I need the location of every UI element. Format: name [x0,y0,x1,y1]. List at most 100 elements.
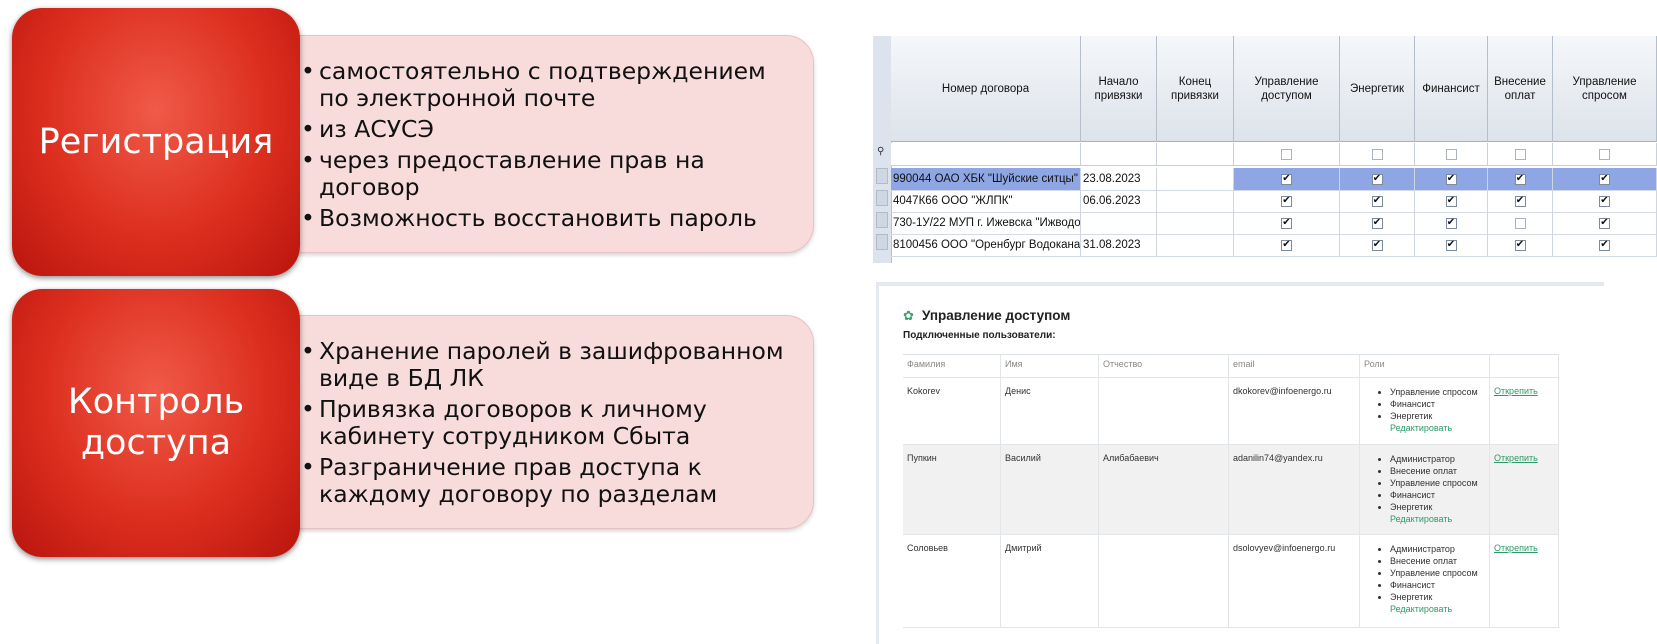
access-management-checkbox[interactable]: ✔ [1281,217,1292,229]
financist-checkbox[interactable]: ✔ [1445,173,1457,185]
contract-cell: 990044 ОАО ХБК "Шуйские ситцы" [891,168,1081,190]
demand-management-checkbox[interactable]: ✔ [1599,173,1610,185]
flag-cell: ✔ [1553,190,1657,212]
financist-checkbox[interactable]: ✔ [1445,195,1457,207]
access-management-checkbox[interactable]: ✔ [1281,173,1292,185]
card-registration-title-box: Регистрация [12,8,300,276]
panel-header: ✿ Управление доступом [903,308,1070,323]
filter-checkbox[interactable] [1281,148,1292,160]
filter-pin-icon[interactable]: ⚲ [877,146,884,157]
filter-cell [1553,143,1657,165]
column-header-access-management[interactable]: Управление доступом [1234,36,1340,142]
card-registration-title: Регистрация [38,121,274,162]
energetik-checkbox[interactable]: ✔ [1371,173,1383,185]
column-header-financist[interactable]: Финансист [1415,36,1488,142]
filter-cell[interactable] [891,143,1081,165]
access-management-checkbox[interactable]: ✔ [1281,195,1292,207]
contract-cell: 4047К66 ООО "ЖЛПК" [891,190,1081,212]
filter-checkbox[interactable] [1371,148,1383,160]
flag-cell: ✔ [1234,234,1340,256]
grid-row[interactable]: 990044 ОАО ХБК "Шуйские ситцы" 23.08.202… [891,168,1657,191]
filter-checkbox[interactable] [1599,148,1610,160]
roles-list: Администратор Внесение оплат Управление … [1364,543,1485,603]
header-roles: Роли [1360,355,1490,377]
flag-cell: ✔ [1415,212,1488,234]
column-header-end[interactable]: Конец привязки [1157,36,1234,142]
filter-checkbox[interactable] [1445,148,1457,160]
row-indicator[interactable] [876,212,888,228]
energetik-checkbox[interactable]: ✔ [1371,239,1383,251]
registration-item: из АСУСЭ [301,116,793,144]
end-date-cell [1157,168,1234,190]
filter-cell [1340,143,1415,165]
column-header-payments[interactable]: Внесение оплат [1488,36,1553,142]
users-table: Фамилия Имя Отчество email Роли Kokorev … [903,354,1559,628]
panel-subtitle: Подключенные пользователи: [903,330,1056,341]
header-middle-name: Отчество [1099,355,1229,377]
roles-list: Управление спросом Финансист Энергетик [1364,386,1485,422]
access-control-item: Разграничение прав доступа к каждому дог… [301,454,793,508]
flag-cell: ✔ [1415,234,1488,256]
flag-cell: ✔ [1488,168,1553,190]
user-last-name: Kokorev [903,378,1001,444]
registration-item: через предоставление прав на договор [301,147,793,201]
end-date-cell [1157,190,1234,212]
user-actions: Открепить [1490,535,1559,627]
users-table-header: Фамилия Имя Отчество email Роли [903,355,1559,378]
flag-cell: ✔ [1553,234,1657,256]
filter-cell[interactable] [1081,143,1157,165]
flag-cell: ✔ [1553,168,1657,190]
financist-checkbox[interactable]: ✔ [1445,239,1457,251]
payments-checkbox[interactable]: ✔ [1514,173,1526,185]
payments-checkbox[interactable]: ✔ [1514,195,1526,207]
grid-row[interactable]: 730-1У/22 МУП г. Ижевска "Ижводоканал" ✔… [891,212,1657,235]
user-last-name: Соловьев [903,535,1001,627]
contracts-grid: ⚲ Номер договора Начало привязки Конец п… [873,36,1657,263]
user-roles: Администратор Внесение оплат Управление … [1360,445,1490,534]
grid-row[interactable]: 8100456 ООО "Оренбург Водоканал" 31.08.2… [891,234,1657,257]
unpin-link[interactable]: Открепить [1494,543,1538,553]
filter-cell[interactable] [1157,143,1234,165]
access-management-panel: ✿ Управление доступом Подключенные польз… [876,282,1604,644]
access-control-item: Хранение паролей в зашифрованном виде в … [301,338,793,392]
flag-cell: ✔ [1340,212,1415,234]
flag-cell: ✔ [1415,168,1488,190]
card-access-control: Хранение паролей в зашифрованном виде в … [12,289,816,557]
flag-cell: ✔ [1340,168,1415,190]
row-indicator[interactable] [876,234,888,250]
user-middle-name [1099,535,1229,627]
edit-roles-link[interactable]: Редактировать [1364,513,1485,525]
column-header-energetik[interactable]: Энергетик [1340,36,1415,142]
column-header-demand-management[interactable]: Управление спросом [1553,36,1657,142]
energetik-checkbox[interactable]: ✔ [1371,217,1383,229]
column-header-start[interactable]: Начало привязки [1081,36,1157,142]
role-item: Энергетик [1390,410,1485,422]
edit-roles-link[interactable]: Редактировать [1364,422,1485,434]
card-access-control-title-box: Контроль доступа [12,289,300,557]
energetik-checkbox[interactable]: ✔ [1371,195,1383,207]
role-item: Энергетик [1390,591,1485,603]
row-indicator[interactable] [876,168,888,184]
role-item: Управление спросом [1390,567,1485,579]
role-item: Финансист [1390,489,1485,501]
unpin-link[interactable]: Открепить [1494,386,1538,396]
row-indicator[interactable] [876,190,888,206]
payments-checkbox[interactable]: ✔ [1514,239,1526,251]
demand-management-checkbox[interactable]: ✔ [1599,217,1610,229]
filter-checkbox[interactable] [1514,148,1526,160]
access-control-item: Привязка договоров к личному кабинету со… [301,396,793,450]
demand-management-checkbox[interactable]: ✔ [1599,195,1610,207]
user-email: dsolovyev@infoenergo.ru [1229,535,1360,627]
payments-checkbox[interactable] [1514,217,1526,229]
grid-row[interactable]: 4047К66 ООО "ЖЛПК" 06.06.2023 ✔ ✔ ✔ ✔ ✔ [891,190,1657,213]
unpin-link[interactable]: Открепить [1494,453,1538,463]
financist-checkbox[interactable]: ✔ [1445,217,1457,229]
role-item: Энергетик [1390,501,1485,513]
row-indicator-column: ⚲ [873,36,892,263]
user-roles: Управление спросом Финансист Энергетик Р… [1360,378,1490,444]
demand-management-checkbox[interactable]: ✔ [1599,239,1610,251]
user-last-name: Пупкин [903,445,1001,534]
column-header-contract[interactable]: Номер договора [891,36,1081,142]
access-management-checkbox[interactable]: ✔ [1281,239,1292,251]
edit-roles-link[interactable]: Редактировать [1364,603,1485,615]
